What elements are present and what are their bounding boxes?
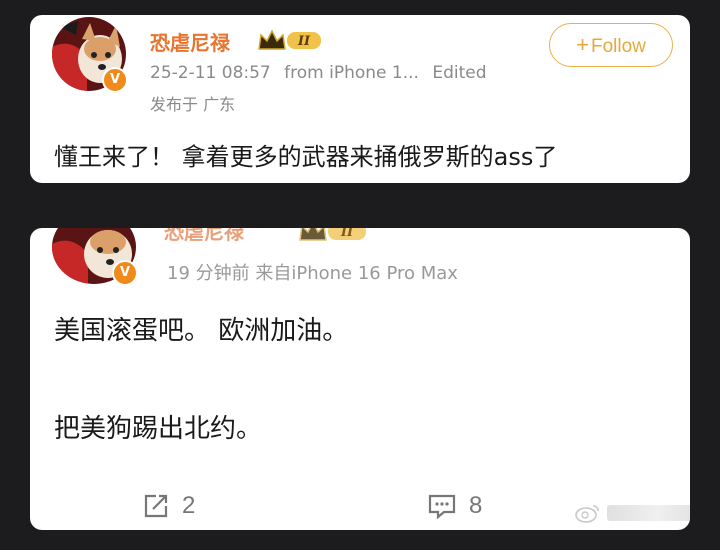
post-meta: 19 分钟前 来自iPhone 16 Pro Max <box>167 263 458 284</box>
weibo-logo-icon <box>575 505 599 523</box>
blurred-handle <box>607 505 690 521</box>
watermark <box>575 503 690 523</box>
username[interactable]: 恐虐尼禄 <box>164 228 244 245</box>
username[interactable]: 恐虐尼禄 <box>150 27 230 56</box>
svg-text:II: II <box>297 34 311 49</box>
avatar[interactable]: V <box>52 17 128 93</box>
post-card-2: V 恐虐尼禄 II 19 分钟前 来自iPhone 16 Pro Max 美国滚… <box>30 228 690 530</box>
post-content: 懂王来了！ 拿着更多的武器来捅俄罗斯的ass了 <box>54 143 558 171</box>
svg-text:II: II <box>340 228 354 240</box>
comment-count: 8 <box>469 492 483 519</box>
post-line-1: 美国滚蛋吧。 欧洲加油。 <box>54 316 349 346</box>
timestamp: 25-2-11 08:57 <box>150 63 271 83</box>
follow-button[interactable]: + Follow <box>549 23 673 67</box>
post-line-2: 把美狗踢出北约。 <box>54 414 263 444</box>
repost-count: 2 <box>182 492 196 519</box>
post-card-1: V 恐虐尼禄 II 25-2-11 08:57 from iPhone 1...… <box>30 15 690 183</box>
crown-icon: II <box>299 228 366 241</box>
comment-bubble-icon <box>428 494 456 520</box>
follow-label: Follow <box>590 36 646 57</box>
location: 发布于 广东 <box>150 95 236 114</box>
edited-label[interactable]: Edited <box>432 63 486 83</box>
source: from iPhone 1... <box>284 63 419 83</box>
share-square-icon <box>144 494 168 518</box>
verified-badge: V <box>112 260 138 286</box>
comment-button[interactable]: 8 <box>427 492 482 520</box>
avatar[interactable]: V <box>52 228 138 286</box>
crown-icon: II <box>258 29 321 50</box>
verified-badge: V <box>102 67 128 93</box>
plus-icon: + <box>576 32 589 57</box>
post-meta: 25-2-11 08:57 from iPhone 1... Edited <box>150 63 487 83</box>
repost-button[interactable]: 2 <box>142 492 195 520</box>
